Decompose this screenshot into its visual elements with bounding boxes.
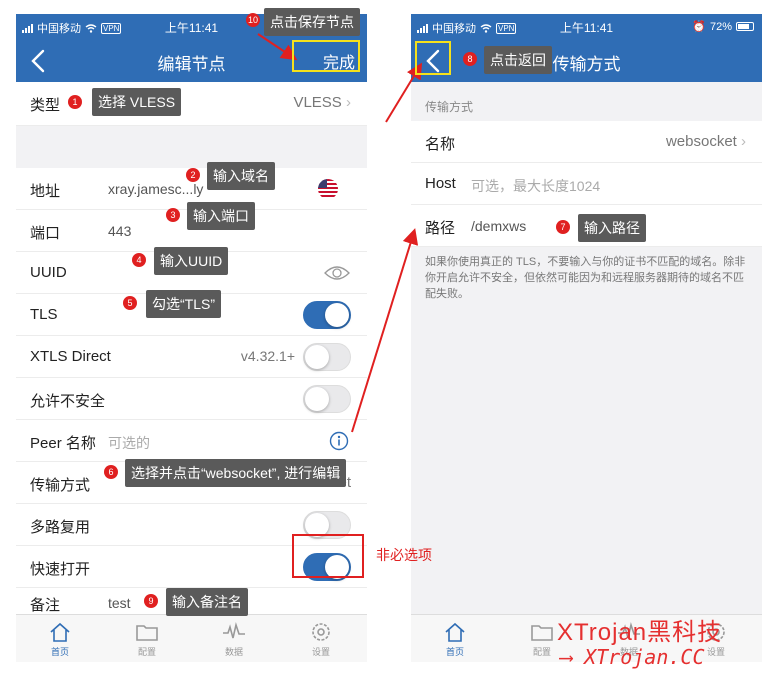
name-row[interactable]: 名称 websocket ›	[411, 121, 762, 163]
tab-settings[interactable]: 设置	[291, 621, 351, 658]
tab-data[interactable]: 数据	[204, 621, 264, 658]
watermark-title: XTrojan黑科技	[557, 619, 723, 646]
peer-row[interactable]: Peer 名称 可选的	[16, 420, 367, 462]
folder-icon	[136, 625, 158, 641]
xtls-label: XTLS Direct	[30, 348, 111, 365]
step-badge-3: 3	[166, 208, 180, 222]
home-icon	[445, 622, 465, 642]
callout-tls: 勾选“TLS”	[146, 290, 221, 318]
us-flag-icon	[318, 179, 338, 199]
optional-note: 非必选项	[376, 547, 432, 563]
remark-label: 备注	[30, 597, 61, 614]
battery-icon	[736, 22, 754, 31]
callout-save: 点击保存节点	[264, 8, 360, 36]
status-bar: 中国移动 VPN 上午11:41 ⏰ 72%	[411, 14, 762, 38]
fastopen-label: 快速打开	[30, 561, 91, 578]
tab-home[interactable]: 首页	[30, 621, 90, 658]
tls-toggle[interactable]	[303, 301, 351, 329]
callout-type: 选择 VLESS	[92, 88, 182, 116]
done-highlight	[292, 40, 360, 72]
address-label: 地址	[30, 183, 61, 200]
chevron-right-icon: ›	[346, 94, 351, 111]
xtls-toggle[interactable]	[303, 343, 351, 371]
name-value: websocket ›	[665, 133, 746, 150]
arrow-right-icon: ⟶	[560, 645, 573, 669]
alarm-icon: ⏰	[692, 21, 706, 33]
insecure-toggle[interactable]	[303, 385, 351, 413]
address-input[interactable]: xray.jamesc...ly	[108, 181, 203, 197]
callout-remark: 输入备注名	[166, 588, 248, 616]
port-input[interactable]: 443	[108, 223, 131, 239]
callout-back: 点击返回	[484, 46, 552, 74]
callout-path: 输入路径	[578, 214, 646, 242]
step-badge-6: 6	[104, 465, 118, 479]
section-title: 传输方式	[425, 100, 474, 114]
name-label: 名称	[425, 136, 456, 153]
mux-label: 多路复用	[30, 519, 91, 536]
callout-uuid: 输入UUID	[154, 247, 229, 275]
folder-icon	[531, 625, 553, 641]
xtls-row: XTLS Direct v4.32.1+	[16, 336, 367, 378]
eye-icon[interactable]	[323, 264, 351, 282]
insecure-row: 允许不安全	[16, 378, 367, 420]
chevron-right-icon: ›	[741, 133, 746, 150]
peer-input[interactable]: 可选的	[108, 433, 150, 453]
step-badge-5: 5	[123, 296, 137, 310]
step-badge-2: 2	[186, 168, 200, 182]
tls-hint: 如果你使用真正的 TLS，不要输入与你的证书不匹配的域名。除非你开启允许不安全，…	[425, 256, 746, 300]
step-badge-8: 8	[463, 52, 477, 66]
xtls-version: v4.32.1+	[240, 348, 295, 364]
fastopen-highlight	[292, 534, 364, 578]
tab-home[interactable]: 首页	[425, 621, 485, 658]
transport-label: 传输方式	[30, 477, 91, 494]
callout-port: 输入端口	[187, 202, 255, 230]
tls-label: TLS	[30, 306, 58, 323]
battery-label: 72%	[709, 20, 732, 33]
back-highlight	[415, 41, 451, 75]
step-badge-10: 10	[246, 13, 260, 27]
path-label: 路径	[425, 220, 456, 237]
step-badge-7: 7	[556, 220, 570, 234]
step-badge-4: 4	[132, 253, 146, 267]
peer-label: Peer 名称	[30, 435, 96, 452]
chart-icon	[223, 622, 245, 639]
step-badge-9: 9	[144, 594, 158, 608]
tab-config[interactable]: 配置	[117, 621, 177, 658]
host-label: Host	[425, 175, 456, 192]
path-input[interactable]: /demxws	[471, 218, 526, 234]
insecure-label: 允许不安全	[30, 393, 106, 410]
type-label: 类型	[30, 97, 61, 114]
info-icon[interactable]	[329, 431, 349, 451]
step-badge-1: 1	[68, 95, 82, 109]
host-row[interactable]: Host 可选，最大长度1024	[411, 163, 762, 205]
host-input[interactable]: 可选，最大长度1024	[471, 176, 600, 196]
gear-icon	[312, 623, 330, 641]
transport-screen: 中国移动 VPN 上午11:41 ⏰ 72% 传输方式 传输方式 名称 webs…	[411, 14, 762, 662]
type-value: VLESS ›	[293, 94, 351, 111]
port-label: 端口	[30, 225, 61, 242]
callout-address: 输入域名	[207, 162, 275, 190]
remark-input[interactable]: test	[108, 595, 131, 611]
watermark-url: ⟶ XTrojan.CC	[560, 645, 705, 669]
tab-bar: 首页 配置 数据 设置	[16, 614, 367, 662]
home-icon	[50, 622, 70, 642]
uuid-label: UUID	[30, 264, 67, 281]
callout-transport: 选择并点击“websocket”, 进行编辑	[125, 459, 347, 487]
